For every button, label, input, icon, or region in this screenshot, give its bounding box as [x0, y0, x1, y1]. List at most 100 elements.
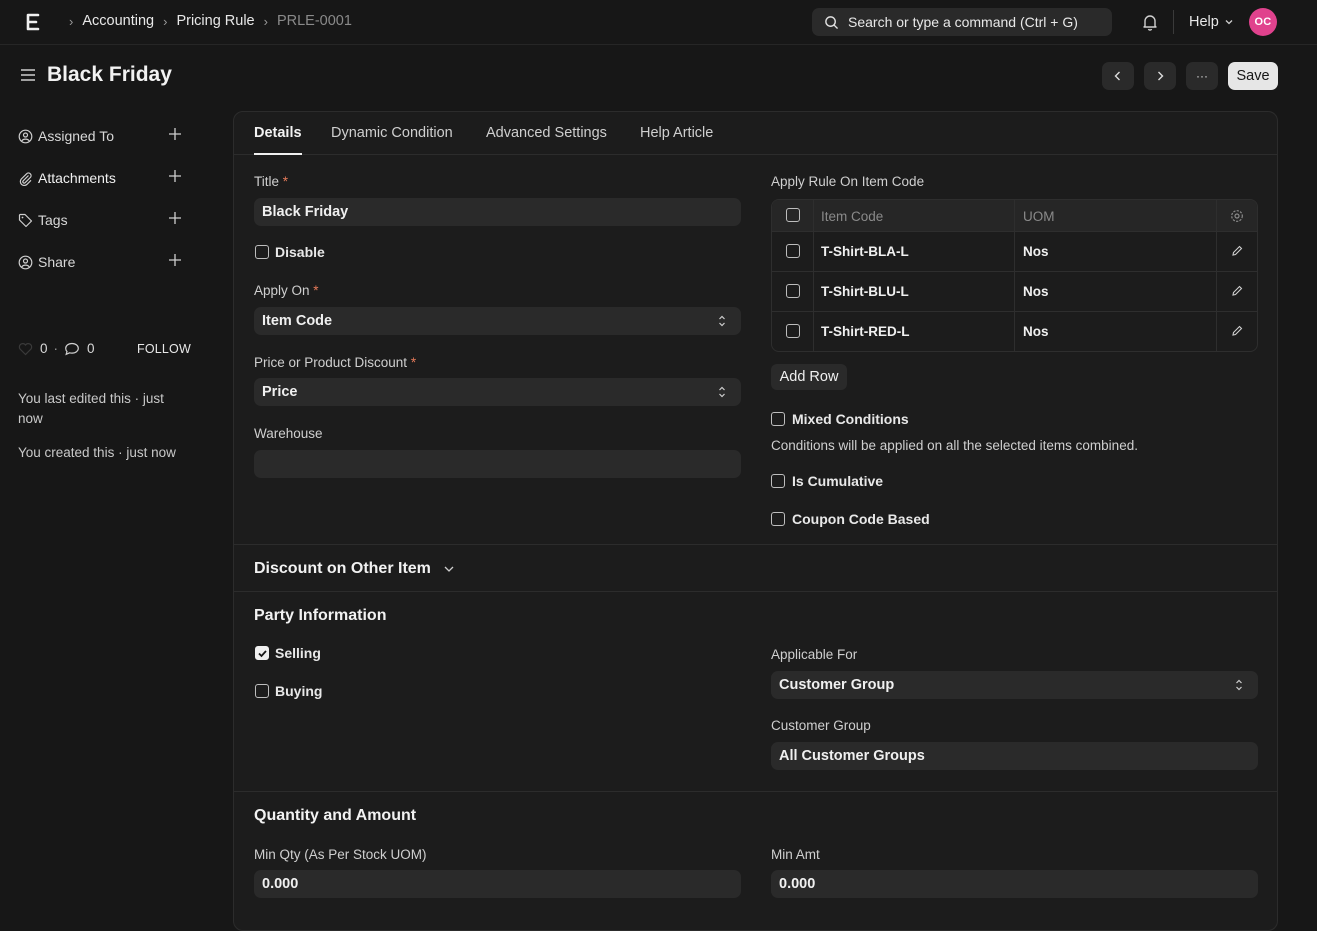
- search-icon: [825, 15, 838, 29]
- add-share-plus-icon[interactable]: [168, 253, 182, 267]
- table-row[interactable]: T-Shirt-BLU-L Nos: [772, 272, 1257, 312]
- select-updown-icon: [719, 386, 725, 398]
- uom-cell[interactable]: Nos: [1023, 284, 1049, 299]
- tag-icon: [18, 213, 34, 228]
- min-qty-input[interactable]: 0.000: [254, 870, 741, 898]
- mixed-conditions-description: Conditions will be applied on all the se…: [771, 438, 1138, 453]
- sidebar-item-assigned-to[interactable]: Assigned To: [18, 125, 186, 147]
- heart-icon[interactable]: [18, 342, 33, 356]
- min-amt-label: Min Amt: [771, 847, 820, 862]
- comment-icon[interactable]: [64, 342, 80, 356]
- chevron-down-icon: [444, 566, 454, 572]
- apply-on-select[interactable]: Item Code: [254, 307, 741, 335]
- top-navbar: › Accounting › Pricing Rule › PRLE-0001 …: [0, 0, 1317, 45]
- edit-pencil-icon[interactable]: [1231, 325, 1243, 337]
- is-cumulative-checkbox[interactable]: [771, 474, 785, 488]
- row-checkbox[interactable]: [786, 284, 800, 298]
- sidebar-item-attachments[interactable]: Attachments: [18, 167, 186, 189]
- applicable-for-select[interactable]: Customer Group: [771, 671, 1258, 699]
- select-all-checkbox[interactable]: [786, 208, 800, 222]
- row-checkbox[interactable]: [786, 324, 800, 338]
- buying-checkbox[interactable]: [255, 684, 269, 698]
- last-edited-info: You last edited this · just now: [18, 391, 164, 426]
- sidebar-item-share[interactable]: Share: [18, 251, 186, 273]
- tab-details[interactable]: Details: [254, 125, 302, 141]
- user-avatar[interactable]: OC: [1249, 8, 1277, 36]
- table-row[interactable]: T-Shirt-RED-L Nos: [772, 312, 1257, 351]
- item-code-cell[interactable]: T-Shirt-RED-L: [821, 324, 910, 339]
- disable-checkbox[interactable]: [255, 245, 269, 259]
- add-assignee-plus-icon[interactable]: [168, 127, 182, 141]
- selling-checkbox[interactable]: [255, 646, 269, 660]
- mixed-conditions-label: Mixed Conditions: [792, 411, 909, 427]
- tab-help-article[interactable]: Help Article: [640, 125, 713, 141]
- help-label: Help: [1189, 14, 1219, 30]
- coupon-code-checkbox[interactable]: [771, 512, 785, 526]
- notification-bell-icon[interactable]: [1142, 13, 1158, 31]
- apply-on-value: Item Code: [262, 313, 333, 329]
- customer-group-input[interactable]: All Customer Groups: [771, 742, 1258, 770]
- uom-cell[interactable]: Nos: [1023, 244, 1049, 259]
- applicable-for-value: Customer Group: [779, 677, 895, 693]
- next-doc-button[interactable]: [1144, 62, 1176, 90]
- is-cumulative-label: Is Cumulative: [792, 473, 884, 489]
- min-amt-input[interactable]: 0.000: [771, 870, 1258, 898]
- like-count: 0: [40, 341, 48, 356]
- checkmark-icon: [257, 649, 267, 657]
- follow-button[interactable]: FOLLOW: [137, 342, 191, 356]
- gear-icon[interactable]: [1230, 209, 1244, 223]
- save-button[interactable]: Save: [1228, 62, 1278, 90]
- breadcrumb-pricing-rule[interactable]: Pricing Rule: [176, 13, 254, 29]
- sidebar-item-label: Assigned To: [38, 128, 115, 144]
- title-input[interactable]: Black Friday: [254, 198, 741, 226]
- price-discount-value: Price: [262, 384, 298, 400]
- created-info: You created this · just now: [18, 445, 176, 460]
- warehouse-label: Warehouse: [254, 426, 323, 441]
- tab-dynamic-condition[interactable]: Dynamic Condition: [331, 125, 453, 141]
- sidebar-toggle-icon[interactable]: [20, 67, 36, 83]
- search-placeholder: Search or type a command (Ctrl + G): [848, 14, 1078, 30]
- sidebar-stats: 0 · 0: [18, 341, 95, 356]
- apply-rule-label: Apply Rule On Item Code: [771, 174, 925, 189]
- sidebar-item-label: Share: [38, 254, 76, 270]
- add-attachment-plus-icon[interactable]: [168, 169, 182, 183]
- breadcrumb-separator-icon: ›: [69, 13, 74, 29]
- breadcrumb-current-doc: PRLE-0001: [276, 13, 352, 29]
- apply-on-label: Apply On *: [254, 283, 319, 298]
- item-code-cell[interactable]: T-Shirt-BLA-L: [821, 244, 909, 259]
- chevron-left-icon: [1114, 71, 1120, 81]
- uom-cell[interactable]: Nos: [1023, 324, 1049, 339]
- column-header-uom: UOM: [1023, 209, 1055, 224]
- column-header-item-code: Item Code: [821, 209, 884, 224]
- add-tag-plus-icon[interactable]: [168, 211, 182, 225]
- active-tab-indicator: [254, 153, 302, 155]
- table-row[interactable]: T-Shirt-BLA-L Nos: [772, 232, 1257, 272]
- add-row-button[interactable]: Add Row: [771, 364, 847, 390]
- breadcrumb-accounting[interactable]: Accounting: [82, 13, 154, 29]
- edit-pencil-icon[interactable]: [1231, 245, 1243, 257]
- discount-other-item-title: Discount on Other Item: [254, 560, 431, 577]
- help-menu[interactable]: Help: [1189, 14, 1234, 30]
- search-bar[interactable]: Search or type a command (Ctrl + G): [812, 8, 1112, 36]
- discount-other-item-section-toggle[interactable]: Discount on Other Item: [254, 560, 455, 578]
- item-code-cell[interactable]: T-Shirt-BLU-L: [821, 284, 909, 299]
- min-qty-label: Min Qty (As Per Stock UOM): [254, 847, 427, 862]
- item-code-table: Item Code UOM T-Shirt-BLA-L Nos T-Shirt-…: [771, 199, 1258, 352]
- chevron-right-icon: [1158, 71, 1164, 81]
- previous-doc-button[interactable]: [1102, 62, 1134, 90]
- warehouse-input[interactable]: [254, 450, 741, 478]
- section-divider: [234, 791, 1277, 792]
- party-information-title: Party Information: [254, 607, 387, 624]
- app-logo-icon[interactable]: [24, 11, 42, 33]
- sidebar-item-tags[interactable]: Tags: [18, 209, 186, 231]
- more-actions-button[interactable]: ···: [1186, 62, 1218, 90]
- edit-pencil-icon[interactable]: [1231, 285, 1243, 297]
- row-checkbox[interactable]: [786, 244, 800, 258]
- select-updown-icon: [1236, 679, 1242, 691]
- tab-advanced-settings[interactable]: Advanced Settings: [486, 125, 607, 141]
- customer-group-label: Customer Group: [771, 718, 871, 733]
- share-user-icon: [18, 255, 34, 270]
- price-or-product-discount-select[interactable]: Price: [254, 378, 741, 406]
- mixed-conditions-checkbox[interactable]: [771, 412, 785, 426]
- price-discount-label: Price or Product Discount *: [254, 355, 417, 370]
